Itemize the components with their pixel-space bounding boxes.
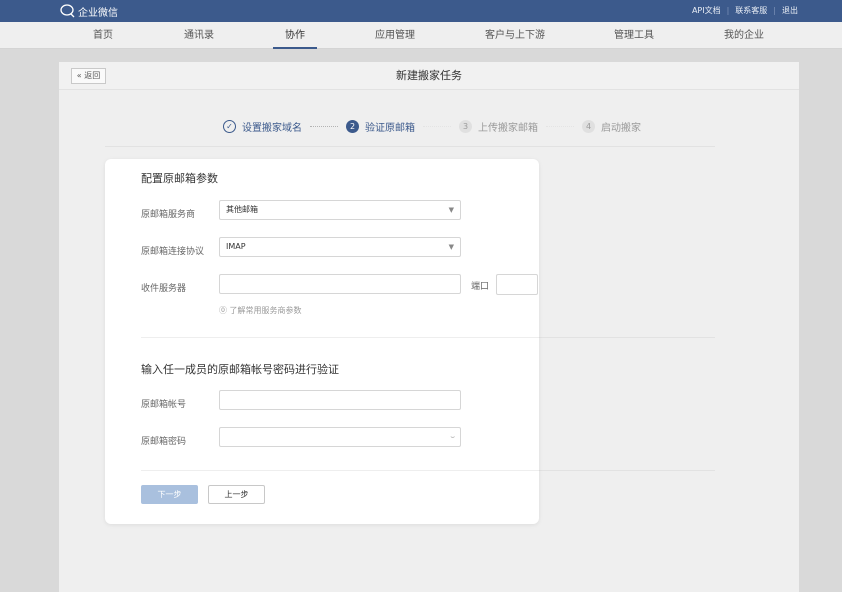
progress-steps: ✓ 设置搬家域名 2 验证原邮箱 3 上传搬家邮箱 4 启动搬家 bbox=[223, 118, 641, 134]
step-label: 设置搬家域名 bbox=[242, 122, 302, 134]
nav-item-collaboration[interactable]: 协作 bbox=[273, 22, 317, 49]
link-separator: | bbox=[773, 6, 776, 15]
nav-item-management-tools[interactable]: 管理工具 bbox=[614, 22, 654, 49]
server-input[interactable] bbox=[219, 274, 461, 294]
logout-link[interactable]: 退出 bbox=[782, 5, 798, 16]
step-number: 4 bbox=[582, 119, 595, 133]
step-number: 2 bbox=[346, 119, 359, 133]
top-links: API文档 | 联系客服 | 退出 bbox=[692, 5, 798, 16]
step-connector bbox=[310, 125, 338, 127]
chevron-down-icon: ▼ bbox=[448, 243, 454, 251]
protocol-label: 原邮箱连接协议 bbox=[141, 247, 205, 257]
top-bar: 企业微信 API文档 | 联系客服 | 退出 bbox=[0, 0, 842, 22]
check-icon: ✓ bbox=[223, 119, 236, 133]
chevron-down-icon: ▼ bbox=[448, 206, 454, 214]
provider-select[interactable]: 其他邮箱 ▼ bbox=[219, 200, 461, 220]
account-label: 原邮箱帐号 bbox=[141, 400, 187, 410]
verify-section-title: 输入任一成员的原邮箱帐号密码进行验证 bbox=[141, 363, 339, 376]
nav-item-app-management[interactable]: 应用管理 bbox=[375, 22, 415, 49]
contact-support-link[interactable]: 联系客服 bbox=[735, 5, 767, 16]
password-label: 原邮箱密码 bbox=[141, 437, 187, 447]
panel-header: « 返回 新建搬家任务 bbox=[59, 62, 799, 90]
step-label: 验证原邮箱 bbox=[365, 122, 415, 134]
step-number: 3 bbox=[459, 119, 472, 133]
nav-item-contacts[interactable]: 通讯录 bbox=[184, 22, 214, 49]
step-verify-mailbox: 2 验证原邮箱 bbox=[346, 119, 415, 134]
api-docs-link[interactable]: API文档 bbox=[692, 5, 721, 16]
eye-closed-icon[interactable]: ⌣ bbox=[450, 428, 455, 446]
main-nav: 首页 通讯录 协作 应用管理 客户与上下游 管理工具 我的企业 bbox=[0, 22, 842, 49]
step-connector bbox=[423, 125, 451, 127]
config-section-title: 配置原邮箱参数 bbox=[141, 172, 218, 185]
step-connector bbox=[546, 125, 574, 127]
port-input[interactable] bbox=[496, 274, 538, 295]
step-set-domain: ✓ 设置搬家域名 bbox=[223, 119, 302, 134]
nav-item-home[interactable]: 首页 bbox=[93, 22, 113, 49]
account-input[interactable] bbox=[219, 390, 461, 410]
divider bbox=[105, 146, 715, 147]
provider-label: 原邮箱服务商 bbox=[141, 210, 196, 220]
provider-value: 其他邮箱 bbox=[226, 205, 258, 214]
link-separator: | bbox=[726, 6, 730, 15]
divider bbox=[141, 470, 539, 471]
nav-item-my-company[interactable]: 我的企业 bbox=[724, 22, 764, 49]
app-logo[interactable]: 企业微信 bbox=[60, 4, 118, 19]
logo-text: 企业微信 bbox=[78, 7, 118, 19]
next-step-button[interactable]: 下一步 bbox=[141, 485, 198, 504]
mailbox-config-form: 配置原邮箱参数 原邮箱服务商 其他邮箱 ▼ 原邮箱连接协议 IMAP ▼ 收件服… bbox=[105, 159, 539, 524]
step-label: 启动搬家 bbox=[601, 122, 641, 134]
page-title: 新建搬家任务 bbox=[396, 69, 462, 82]
step-upload-mailboxes: 3 上传搬家邮箱 bbox=[459, 119, 538, 134]
step-label: 上传搬家邮箱 bbox=[478, 122, 538, 134]
previous-step-button[interactable]: 上一步 bbox=[208, 485, 265, 504]
chat-bubble-icon bbox=[60, 4, 75, 18]
protocol-value: IMAP bbox=[226, 242, 246, 251]
protocol-select[interactable]: IMAP ▼ bbox=[219, 237, 461, 257]
port-label: 端口 bbox=[471, 282, 490, 292]
step-start-migration: 4 启动搬家 bbox=[582, 119, 641, 134]
server-label: 收件服务器 bbox=[141, 284, 187, 294]
password-input[interactable]: ⌣ bbox=[219, 427, 461, 447]
nav-item-customers[interactable]: 客户与上下游 bbox=[485, 22, 545, 49]
provider-params-help-link[interactable]: ⓪ 了解常用服务商参数 bbox=[219, 305, 302, 316]
divider bbox=[141, 337, 539, 338]
